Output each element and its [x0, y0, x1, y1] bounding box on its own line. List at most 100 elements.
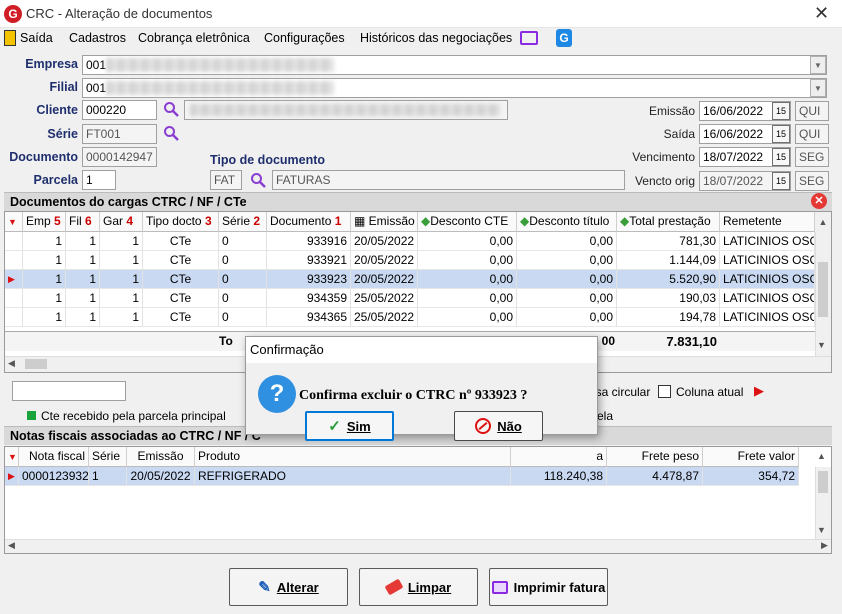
- vencto-orig-day: SEG: [795, 171, 829, 191]
- cell-emp: 1: [23, 270, 66, 289]
- col-desconto-cte[interactable]: ◆Desconto CTE: [418, 212, 517, 232]
- alterar-button[interactable]: ✎ Alterar: [229, 568, 348, 606]
- empresa-label: Empresa: [25, 57, 78, 71]
- monitor-icon[interactable]: [520, 31, 538, 45]
- menu-cobranca[interactable]: Cobrança eletrônica: [138, 31, 250, 45]
- col-total-prestacao[interactable]: ◆Total prestação: [617, 212, 720, 232]
- tipo-documento-code[interactable]: FAT: [210, 170, 242, 190]
- search-icon[interactable]: [163, 125, 179, 141]
- cliente-label: Cliente: [36, 103, 78, 117]
- cell-serie: 0: [219, 308, 267, 327]
- col-emissao[interactable]: ▦ Emissão: [351, 212, 418, 232]
- col-nf-frete-valor[interactable]: Frete valor: [703, 447, 799, 467]
- col-gar[interactable]: Gar 4: [100, 212, 143, 232]
- hscroll-thumb[interactable]: [25, 359, 47, 369]
- col-desconto-titulo[interactable]: ◆Desconto título: [517, 212, 617, 232]
- cell-fil: 1: [66, 308, 100, 327]
- cell-desconto-titulo: 0,00: [517, 270, 617, 289]
- chevron-up-icon[interactable]: ▲: [815, 212, 831, 232]
- col-emp[interactable]: Emp 5: [23, 212, 66, 232]
- cell-emp: 1: [23, 308, 66, 327]
- parcela-input[interactable]: 1: [82, 170, 116, 190]
- chevron-left-icon[interactable]: ◀: [8, 540, 15, 551]
- limpar-button[interactable]: Limpar: [359, 568, 478, 606]
- col-serie[interactable]: Série 2: [219, 212, 267, 232]
- col-nf-produto[interactable]: Produto: [195, 447, 511, 467]
- cell-documento: 933921: [267, 251, 351, 270]
- cell-gar: 1: [100, 270, 143, 289]
- nf-hscroll[interactable]: [5, 539, 831, 553]
- chevron-right-icon[interactable]: ▶: [821, 540, 828, 551]
- cliente-name-redacted: [190, 104, 500, 116]
- chevron-down-icon[interactable]: ▼: [817, 340, 826, 350]
- col-documento[interactable]: Documento 1: [267, 212, 351, 232]
- chevron-up-icon[interactable]: ▲: [817, 451, 826, 461]
- menu-historicos[interactable]: Históricos das negociações: [360, 31, 512, 45]
- cell-gar: 1: [100, 289, 143, 308]
- chevron-left-icon[interactable]: ◀: [8, 358, 15, 369]
- nao-button[interactable]: Não: [454, 411, 543, 441]
- col-nf-emissao[interactable]: Emissão: [127, 447, 195, 467]
- grid-search-input[interactable]: [12, 381, 126, 401]
- col-nota-fiscal[interactable]: Nota fiscal: [19, 447, 89, 467]
- menu-cadastros[interactable]: Cadastros: [69, 31, 126, 45]
- cell-documento: 933923: [267, 270, 351, 289]
- col-nf-frete-peso[interactable]: Frete peso: [607, 447, 703, 467]
- chevron-down-icon[interactable]: ▼: [817, 525, 826, 535]
- menu-configuracoes[interactable]: Configurações: [264, 31, 345, 45]
- coluna-atual-checkbox[interactable]: [658, 385, 671, 398]
- calendar-icon[interactable]: 15: [772, 102, 790, 120]
- printer-icon: [491, 580, 508, 594]
- vencimento-day: SEG: [795, 147, 829, 167]
- menu-saida[interactable]: Saída: [20, 31, 53, 45]
- cell-total-prestacao: 190,03: [617, 289, 720, 308]
- parcela-label: Parcela: [33, 173, 78, 187]
- row-indicator: [5, 251, 23, 270]
- cell-nf-produto: REFRIGERADO: [195, 467, 511, 486]
- calendar-icon[interactable]: 15: [772, 148, 790, 166]
- col-nf-serie[interactable]: Série: [89, 447, 127, 467]
- no-entry-icon: [475, 418, 492, 434]
- cell-emissao: 25/05/2022: [351, 308, 418, 327]
- cell-emp: 1: [23, 251, 66, 270]
- vencimento-label: Vencimento: [632, 150, 695, 164]
- cell-nota-fiscal: 0000123932: [19, 467, 89, 486]
- play-arrow-icon[interactable]: ▶: [754, 383, 764, 399]
- filial-redacted: [106, 81, 334, 95]
- vencto-orig-label: Vencto orig: [634, 174, 695, 188]
- close-icon[interactable]: ✕: [814, 3, 829, 24]
- empresa-value: 001: [86, 58, 107, 72]
- col-nf-valor[interactable]: a: [511, 447, 607, 467]
- imprimir-fatura-button[interactable]: Imprimir fatura: [489, 568, 608, 606]
- chevron-down-icon[interactable]: ▼: [810, 79, 826, 97]
- cell-nf-frete-valor: 354,72: [703, 467, 799, 486]
- cell-emissao: 20/05/2022: [351, 270, 418, 289]
- delete-icon[interactable]: ✕: [811, 193, 827, 209]
- col-tipo-docto[interactable]: Tipo docto 3: [143, 212, 219, 232]
- calendar-icon[interactable]: 15: [772, 125, 790, 143]
- col-remetente[interactable]: Remetente: [720, 212, 815, 232]
- search-icon[interactable]: [250, 172, 266, 188]
- g-app-icon[interactable]: G: [556, 29, 572, 47]
- cell-nf-frete-peso: 4.478,87: [607, 467, 703, 486]
- legend-green-square-icon: [27, 411, 36, 420]
- serie-input[interactable]: FT001: [82, 124, 157, 144]
- row-indicator-header: ▼: [5, 447, 19, 467]
- cell-fil: 1: [66, 251, 100, 270]
- row-indicator: [5, 289, 23, 308]
- sim-button[interactable]: ✓ Sim: [305, 411, 394, 441]
- documento-input[interactable]: 0000142947: [82, 147, 157, 167]
- cell-nf-serie: 1: [89, 467, 127, 486]
- col-fil[interactable]: Fil 6: [66, 212, 100, 232]
- search-icon[interactable]: [163, 101, 179, 117]
- legend-text: Cte recebido pela parcela principal: [41, 409, 226, 423]
- vscroll-thumb[interactable]: [818, 471, 828, 493]
- cell-total-prestacao: 5.520,90: [617, 270, 720, 289]
- chevron-down-icon[interactable]: ▼: [810, 56, 826, 74]
- cell-total-prestacao: 194,78: [617, 308, 720, 327]
- cliente-input[interactable]: 000220: [82, 100, 157, 120]
- cell-tipo-docto: CTe: [143, 251, 219, 270]
- cell-fil: 1: [66, 232, 100, 251]
- cell-gar: 1: [100, 308, 143, 327]
- vscroll-thumb[interactable]: [818, 262, 828, 317]
